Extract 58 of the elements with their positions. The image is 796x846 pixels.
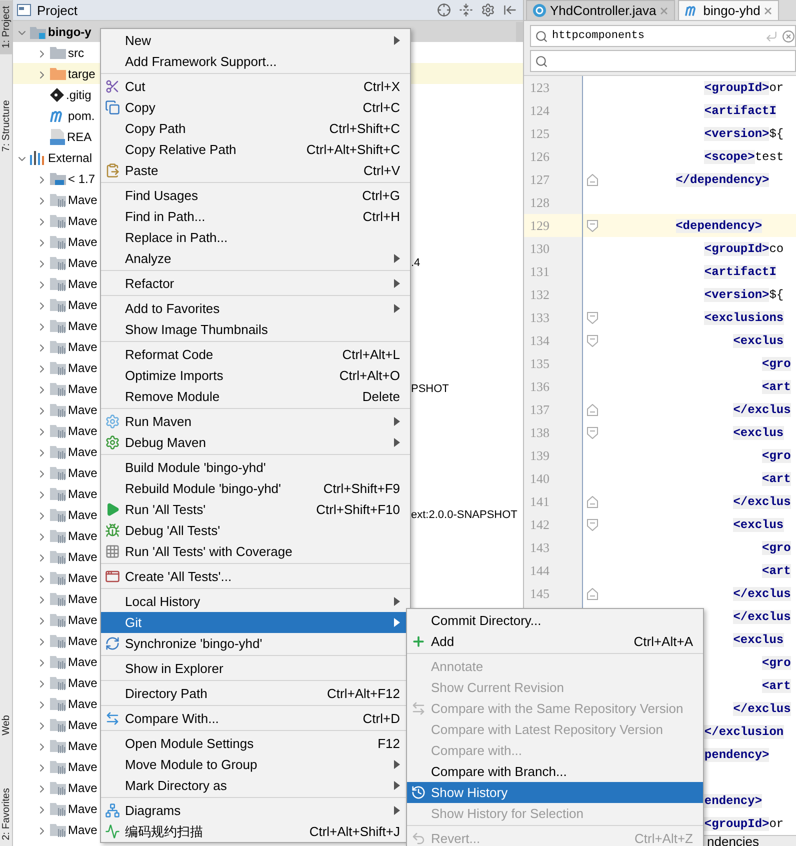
code-text: <gro bbox=[762, 656, 791, 670]
code-text: <art bbox=[762, 678, 791, 692]
code-text: <exclus bbox=[733, 518, 784, 532]
code-text: <exclus bbox=[733, 426, 784, 440]
line-number: 134 bbox=[530, 333, 550, 348]
line-number: 136 bbox=[530, 379, 550, 394]
line-number: 141 bbox=[530, 494, 550, 509]
line-number: 125 bbox=[530, 126, 550, 141]
line-number: 142 bbox=[530, 517, 550, 532]
code-text: </exclus bbox=[733, 610, 791, 624]
code-text: <gro bbox=[762, 540, 791, 554]
line-number: 129 bbox=[530, 218, 550, 233]
line-number: 137 bbox=[530, 402, 550, 417]
code-text: </exclus bbox=[733, 586, 791, 600]
line-number: 135 bbox=[530, 356, 550, 371]
code-text: <dependency> bbox=[676, 218, 762, 232]
code-text: </exclus bbox=[733, 494, 791, 508]
code-text: pendency> bbox=[704, 748, 770, 762]
tree-detail: .4 bbox=[411, 256, 422, 268]
line-number: 124 bbox=[530, 103, 550, 118]
line-number: 126 bbox=[530, 149, 550, 164]
line-number: 145 bbox=[530, 586, 550, 601]
line-number: 130 bbox=[530, 241, 550, 256]
line-number: 127 bbox=[530, 172, 550, 187]
line-number: 143 bbox=[530, 540, 550, 555]
code-text: <artifactI bbox=[704, 264, 776, 278]
code-text: <artifactI bbox=[704, 104, 776, 118]
code-text: <exclusions bbox=[704, 310, 784, 324]
line-number: 140 bbox=[530, 471, 550, 486]
code-text: </exclus bbox=[733, 702, 791, 716]
line-number: 144 bbox=[530, 563, 550, 578]
code-text: <art bbox=[762, 472, 791, 486]
code-text: </exclus bbox=[733, 402, 791, 416]
code-text: <scope>test bbox=[704, 150, 784, 164]
line-number: 123 bbox=[530, 80, 550, 95]
code-text: <groupId>or bbox=[704, 80, 784, 94]
line-number: 131 bbox=[530, 264, 550, 279]
code-text: <groupId>or bbox=[704, 816, 784, 830]
tree-detail: ext:2.0.0-SNAPSHOT bbox=[411, 508, 518, 520]
line-number: 128 bbox=[530, 195, 550, 210]
line-number: 138 bbox=[530, 425, 550, 440]
code-text: <groupId>co bbox=[704, 242, 784, 256]
code-text: <gro bbox=[762, 356, 791, 370]
code-text: <version>${ bbox=[704, 288, 784, 302]
code-text: <exclus bbox=[733, 632, 784, 646]
tree-detail: PSHOT bbox=[411, 382, 450, 394]
code-text: </dependency> bbox=[676, 172, 770, 186]
code-text: <exclus bbox=[733, 334, 784, 348]
code-text: endency> bbox=[704, 794, 762, 808]
line-number: 133 bbox=[530, 310, 550, 325]
code-text: <art bbox=[762, 380, 791, 394]
line-number: 132 bbox=[530, 287, 550, 302]
code-text: <art bbox=[762, 564, 791, 578]
panel-title: Project bbox=[37, 2, 78, 18]
code-text: <gro bbox=[762, 448, 791, 462]
code-text: <version>${ bbox=[704, 126, 784, 140]
line-number: 139 bbox=[530, 448, 550, 463]
code-text: </exclusion bbox=[704, 724, 784, 738]
